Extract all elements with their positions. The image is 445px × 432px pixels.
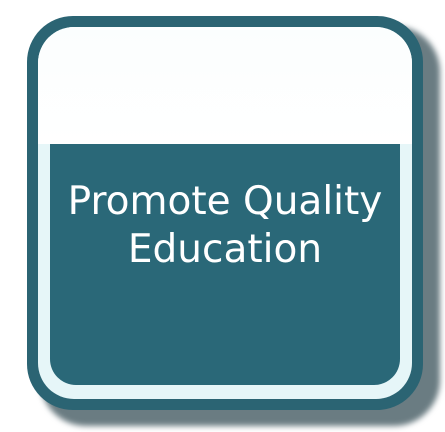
- tile-frame: Promote Quality Education: [38, 27, 412, 399]
- tile-title-line-2: Education: [127, 227, 323, 272]
- tile-label-panel: Promote Quality Education: [50, 144, 400, 385]
- tile-title-line-1: Promote Quality: [67, 179, 383, 224]
- goal-tile[interactable]: Promote Quality Education: [27, 16, 423, 410]
- stage: Promote Quality Education: [0, 0, 445, 432]
- tile-top-panel: [38, 27, 412, 144]
